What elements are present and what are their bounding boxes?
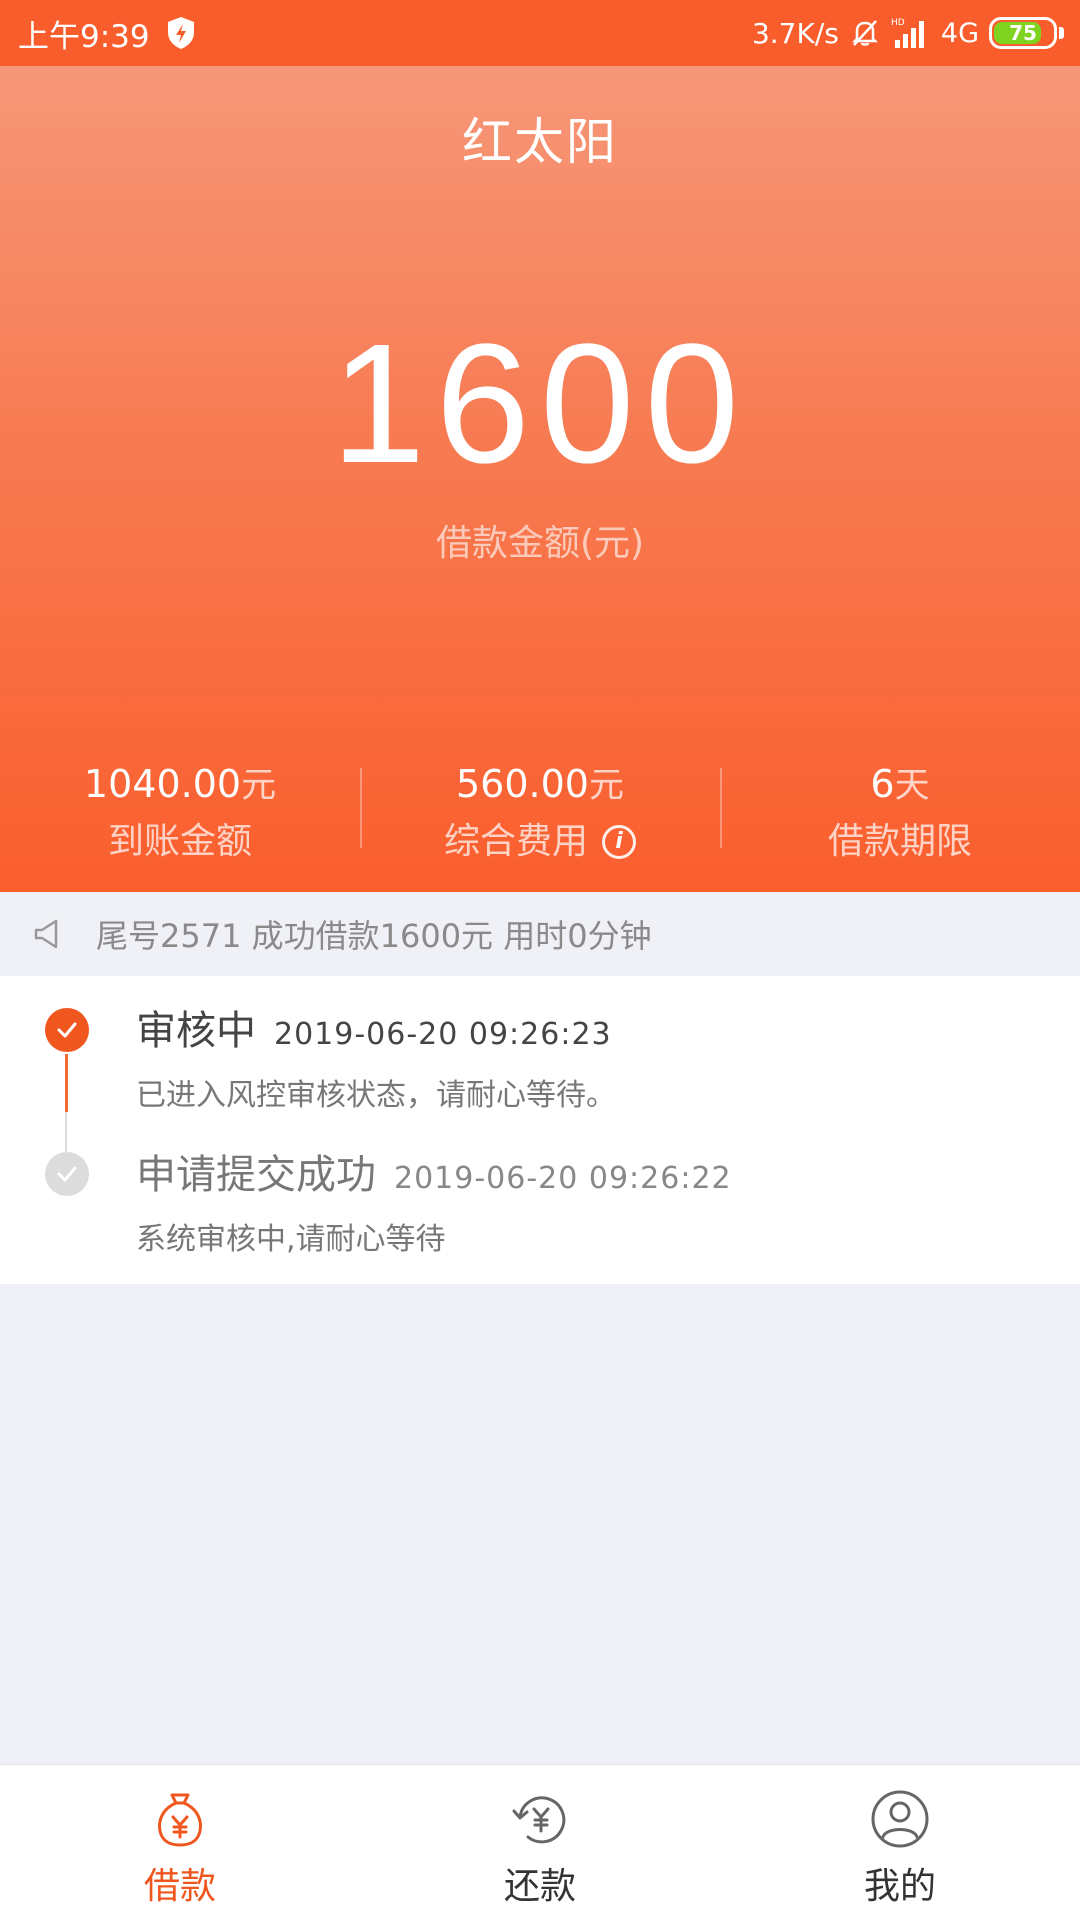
timeline-time: 2019-06-20 09:26:23 <box>274 1017 612 1052</box>
network-type: 4G <box>940 17 979 49</box>
timeline-connector <box>65 1054 68 1112</box>
network-speed: 3.7K/s <box>751 16 839 50</box>
nav-label: 借款 <box>143 1866 216 1907</box>
speaker-icon <box>34 919 58 949</box>
stat-label: 到账金额 <box>107 821 252 862</box>
shield-icon <box>167 17 194 49</box>
battery-icon: 75 <box>989 17 1057 49</box>
loan-amount: 1600 <box>330 309 750 499</box>
loan-amount-label: 借款金额(元) <box>435 523 645 564</box>
check-icon <box>45 1008 89 1052</box>
info-icon[interactable]: i <box>602 825 636 859</box>
loan-hero: 红太阳 1600 借款金额(元) 1040.00元 到账金额 560.00元 综… <box>0 66 1080 892</box>
check-icon <box>45 1152 89 1196</box>
stat-unit: 元 <box>241 766 277 806</box>
bottom-nav: 借款 还款 我的 <box>0 1764 1080 1920</box>
timeline-desc: 已进入风控审核状态，请耐心等待。 <box>136 1078 616 1113</box>
nav-item-repay[interactable]: 还款 <box>360 1765 720 1920</box>
profile-icon <box>871 1790 929 1848</box>
repay-icon <box>512 1796 566 1844</box>
nav-label: 我的 <box>863 1866 936 1907</box>
signal-icon: HD <box>891 18 924 48</box>
battery-level: 75 <box>1009 21 1037 45</box>
status-time: 上午9:39 <box>18 18 150 55</box>
battery-tip <box>1059 27 1064 39</box>
stat-received: 1040.00元 到账金额 <box>0 756 360 876</box>
timeline-item: 审核中 2019-06-20 09:26:23 已进入风控审核状态，请耐心等待。 <box>136 998 616 1114</box>
stat-unit: 天 <box>894 766 930 806</box>
stat-term: 6天 借款期限 <box>720 756 1080 876</box>
notice-bar: 尾号2571 成功借款1600元 用时0分钟 <box>0 892 1080 976</box>
stat-value: 6 <box>870 762 895 806</box>
stat-label: 借款期限 <box>827 821 972 862</box>
stat-value: 1040.00 <box>83 762 242 806</box>
stat-unit: 元 <box>588 766 624 806</box>
timeline-title: 审核中 <box>136 1008 256 1054</box>
status-bar: 上午9:39 3.7K/s HD 4G 75 <box>0 0 1080 66</box>
svg-text:HD: HD <box>891 18 905 28</box>
loan-stats: 1040.00元 到账金额 560.00元 综合费用 i 6天 借款期限 <box>0 756 1080 876</box>
page-title: 红太阳 <box>462 113 618 171</box>
stat-label: 综合费用 <box>443 821 588 862</box>
timeline-desc: 系统审核中,请耐心等待 <box>136 1222 446 1257</box>
timeline-time: 2019-06-20 09:26:22 <box>394 1161 732 1196</box>
progress-timeline: 审核中 2019-06-20 09:26:23 已进入风控审核状态，请耐心等待。… <box>0 976 1080 1284</box>
timeline-connector <box>65 1112 67 1156</box>
nav-item-borrow[interactable]: 借款 <box>0 1765 360 1920</box>
stat-value: 560.00 <box>456 762 589 806</box>
bell-muted-icon <box>851 20 878 46</box>
nav-item-mine[interactable]: 我的 <box>720 1765 1080 1920</box>
notice-text: 尾号2571 成功借款1600元 用时0分钟 <box>96 917 652 955</box>
nav-label: 还款 <box>503 1866 576 1907</box>
stat-fees[interactable]: 560.00元 综合费用 i <box>360 756 720 876</box>
timeline-title: 申请提交成功 <box>136 1152 376 1198</box>
timeline-item: 申请提交成功 2019-06-20 09:26:22 系统审核中,请耐心等待 <box>136 1142 732 1258</box>
money-bag-icon <box>158 1793 202 1847</box>
